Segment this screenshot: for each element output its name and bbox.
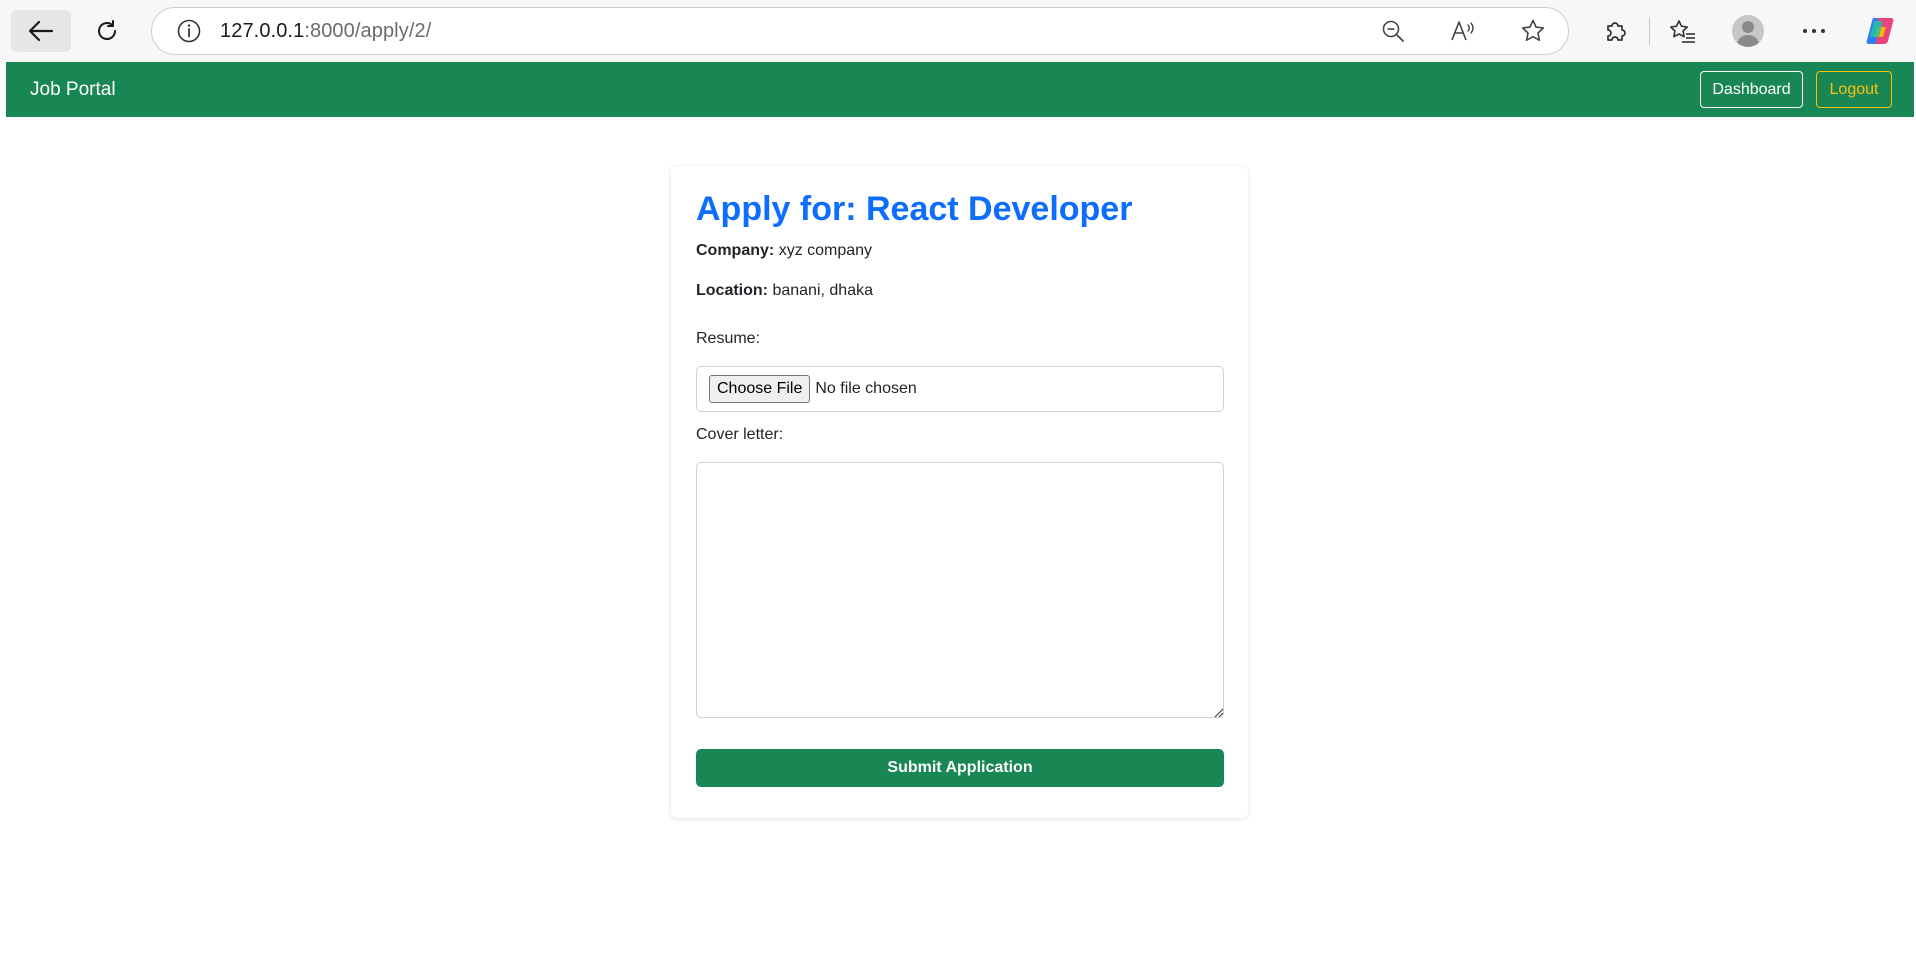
choose-file-button[interactable]: Choose File [709, 375, 811, 403]
more-menu-button[interactable] [1781, 7, 1847, 55]
address-bar[interactable]: 127.0.0.1:8000/apply/2/ [151, 7, 1569, 55]
url-path: :8000/apply/2/ [304, 19, 432, 42]
browser-chrome: 127.0.0.1:8000/apply/2/ [0, 0, 1916, 62]
company-info: Company: xyz company [696, 242, 872, 260]
file-status-text: No file chosen [815, 380, 917, 397]
application-card: Apply for: React Developer Company: xyz … [671, 166, 1248, 818]
company-label: Company: [696, 242, 775, 259]
puzzle-icon [1607, 22, 1626, 41]
url-host: 127.0.0.1 [220, 19, 305, 42]
cover-letter-textarea[interactable] [696, 462, 1224, 718]
avatar [1732, 15, 1765, 47]
resume-file-input[interactable]: Choose File No file chosen [696, 366, 1224, 412]
extensions-button[interactable] [1583, 7, 1649, 55]
page-title: Apply for: React Developer [696, 190, 1133, 228]
zoom-out-icon [1382, 20, 1404, 42]
location-value: banani, dhaka [772, 282, 873, 299]
read-aloud-button[interactable] [1428, 8, 1498, 54]
reload-button[interactable] [77, 10, 137, 52]
more-dots-icon [1803, 29, 1826, 33]
url-text[interactable]: 127.0.0.1:8000/apply/2/ [220, 20, 431, 43]
submit-application-button[interactable]: Submit Application [696, 749, 1224, 787]
favorite-button[interactable] [1498, 8, 1568, 54]
star-icon [1521, 19, 1545, 41]
back-arrow-icon [28, 20, 54, 42]
copilot-button[interactable] [1847, 7, 1913, 55]
favorites-list-icon [1669, 20, 1695, 43]
page-viewport: Job Portal Dashboard Logout Apply for: R… [6, 62, 1914, 956]
company-value: xyz company [778, 242, 873, 259]
dashboard-button[interactable]: Dashboard [1700, 71, 1803, 108]
browser-toolbar [1583, 7, 1913, 55]
reload-icon [98, 20, 116, 40]
location-info: Location: banani, dhaka [696, 282, 873, 300]
copilot-icon [1866, 18, 1894, 44]
logout-button[interactable]: Logout [1816, 71, 1892, 108]
brand-link[interactable]: Job Portal [30, 79, 116, 101]
nav-actions: Dashboard Logout [1700, 71, 1892, 108]
resume-label: Resume: [696, 330, 761, 347]
favorites-button[interactable] [1650, 7, 1716, 55]
top-navbar: Job Portal Dashboard Logout [6, 62, 1914, 117]
location-label: Location: [696, 282, 768, 299]
resize-handle-icon[interactable] [1214, 708, 1224, 718]
read-aloud-icon [1451, 21, 1474, 41]
zoom-out-button[interactable] [1358, 8, 1428, 54]
cover-letter-label: Cover letter: [696, 426, 784, 443]
profile-button[interactable] [1716, 7, 1782, 55]
site-info-icon[interactable] [176, 18, 202, 44]
back-button[interactable] [11, 10, 71, 52]
